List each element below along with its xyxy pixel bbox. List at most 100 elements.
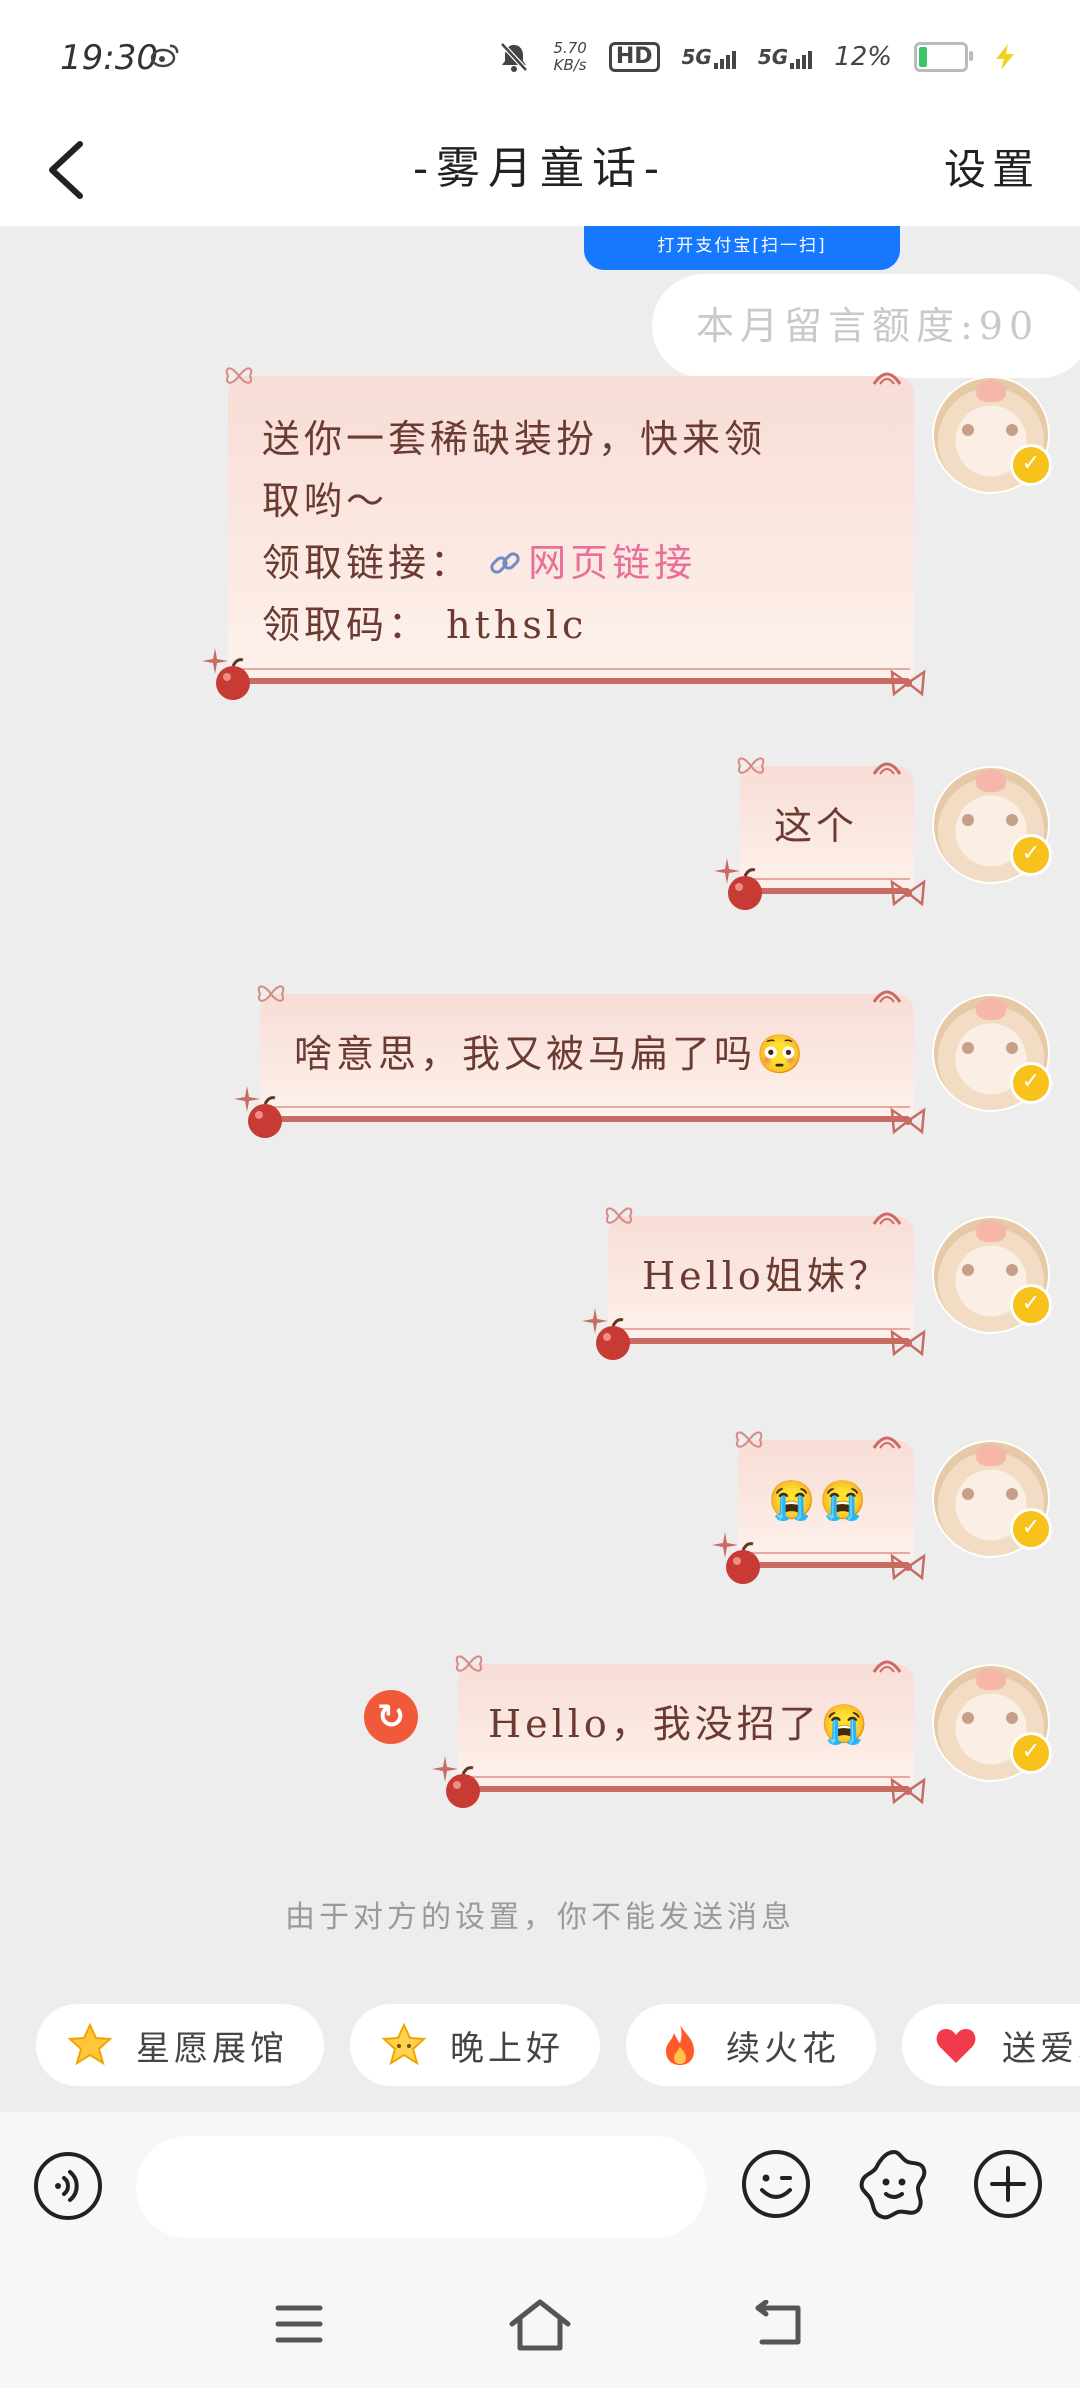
message-bubble[interactable]: 送你一套稀缺装扮，快来领 取哟～ 领取链接： 网页链接 领取码： hthslc [202,367,926,700]
menu-icon[interactable] [274,2302,324,2346]
sim2-label: 5G [757,45,789,69]
alipay-banner[interactable]: 打开支付宝[扫一扫] [584,226,900,270]
bow-icon [872,1436,902,1449]
star-icon [381,2022,427,2066]
apple-icon [596,1318,630,1360]
message-bubble[interactable]: Hello姐妹？ [582,1207,926,1360]
chip-label: 续火花 [726,2028,840,2069]
message-text-line: 送你一套稀缺装扮，快来领 [262,417,767,461]
apple-icon [248,1096,282,1138]
mute-bell-icon [500,42,529,72]
fire-icon [666,2025,694,2065]
bow-icon [872,372,902,385]
signal-bars-icon [790,49,813,69]
code-value: hthslc [446,603,588,647]
message-row: ↻ Hello，我没招了😭 ✓ [364,1655,1052,1808]
resend-failed-icon[interactable]: ↻ [364,1690,418,1744]
input-bar [0,2112,1080,2262]
message-text: 😭😭 [768,1478,871,1522]
avatar[interactable]: ✓ [932,376,1052,494]
plus-icon[interactable] [972,2148,1044,2220]
chat-area[interactable]: 打开支付宝[扫一扫] 本月留言额度:90 送你一套稀缺装扮，快来领 取哟～ 领取… [0,226,1080,2112]
message-bubble[interactable]: 这个 [714,757,926,910]
bubble-ribbon [274,1106,910,1122]
butterfly-icon [735,1431,763,1448]
quick-reply-chips: 星愿展馆 晚上好 续火花 送爱心 [36,2004,1080,2086]
home-icon[interactable] [508,2296,572,2352]
message-text: Hello姐妹？ [642,1254,891,1298]
signal-bars-icon [713,49,736,69]
butterfly-icon [455,1655,483,1672]
battery-icon [914,42,973,72]
sim1-signal: 5G [682,45,736,69]
sim1-label: 5G [681,45,712,69]
avatar[interactable]: ✓ [932,994,1052,1112]
link-line: 领取链接： 网页链接 [262,532,914,594]
verified-badge-icon: ✓ [1010,1732,1052,1774]
bubble-ribbon [754,878,910,894]
settings-button[interactable]: 设置 [944,136,1040,197]
message-text: 啥意思，我又被马扁了吗😳 [294,1032,808,1076]
avatar[interactable]: ✓ [932,766,1052,884]
message-bubble[interactable]: Hello，我没招了😭 [432,1655,926,1808]
butterfly-icon [257,985,285,1002]
message-bubble[interactable]: 啥意思，我又被马扁了吗😳 [234,985,926,1138]
message-row: Hello姐妹？ ✓ [582,1207,1052,1360]
bubble-ribbon [622,1328,910,1344]
bow-icon [872,990,902,1003]
status-bar: 19:30 5.70 KB/s HD 5G 5G 12% [0,0,1080,110]
message-row: 😭😭 ✓ [712,1431,1052,1584]
avatar[interactable]: ✓ [932,1664,1052,1782]
apple-icon [726,1542,760,1584]
chat-title: -雾月童话- [413,143,667,194]
battery-percent: 12% [834,42,892,72]
apple-icon [446,1766,480,1808]
sticker-icon[interactable] [856,2146,932,2222]
chip-label: 晚上好 [450,2028,564,2069]
message-bubble[interactable]: 😭😭 [712,1431,926,1584]
chip-keep-spark[interactable]: 续火花 [626,2004,876,2086]
message-row: 啥意思，我又被马扁了吗😳 ✓ [234,985,1052,1138]
verified-badge-icon: ✓ [1010,1508,1052,1550]
chat-header: -雾月童话- 设置 [0,110,1080,226]
chip-send-love[interactable]: 送爱心 [902,2004,1080,2086]
back-nav-icon[interactable] [752,2300,804,2348]
bubble-ribbon [472,1776,910,1792]
sim2-signal: 5G [757,45,813,69]
bow-icon [872,1212,902,1225]
bow-icon [890,1107,926,1135]
net-speed-value: 5.70 [553,39,587,57]
apple-icon [216,658,250,700]
code-line: 领取码： hthslc [262,594,914,656]
bow-icon [872,762,902,775]
butterfly-icon [225,367,253,384]
message-text: 这个 [774,804,859,848]
weibo-icon [150,44,179,68]
bubble-ribbon [242,668,910,684]
web-link[interactable]: 网页链接 [528,541,696,585]
message-quota-pill: 本月留言额度:90 [652,274,1080,378]
avatar[interactable]: ✓ [932,1216,1052,1334]
bow-icon [890,1329,926,1357]
avatar[interactable]: ✓ [932,1440,1052,1558]
butterfly-icon [605,1207,633,1224]
message-input[interactable] [136,2136,706,2238]
chip-good-evening[interactable]: 晚上好 [350,2004,600,2086]
apple-icon [728,868,762,910]
verified-badge-icon: ✓ [1010,1062,1052,1104]
chip-label: 星愿展馆 [136,2028,288,2069]
voice-icon[interactable] [32,2150,104,2222]
message-text: Hello，我没招了😭 [488,1702,873,1746]
heart-icon [936,2029,976,2063]
chip-star-museum[interactable]: 星愿展馆 [36,2004,324,2086]
link-chain-icon [490,552,520,574]
status-icons: 5.70 KB/s HD 5G 5G 12% [497,30,1020,84]
charging-bolt-icon [996,44,1014,70]
net-speed: 5.70 KB/s [553,40,586,74]
bow-icon [890,1553,926,1581]
net-speed-unit: KB/s [553,56,587,74]
emoji-icon[interactable] [740,2148,812,2220]
verified-badge-icon: ✓ [1010,834,1052,876]
message-row: 送你一套稀缺装扮，快来领 取哟～ 领取链接： 网页链接 领取码： hthslc … [202,367,1052,700]
bow-icon [872,1660,902,1673]
